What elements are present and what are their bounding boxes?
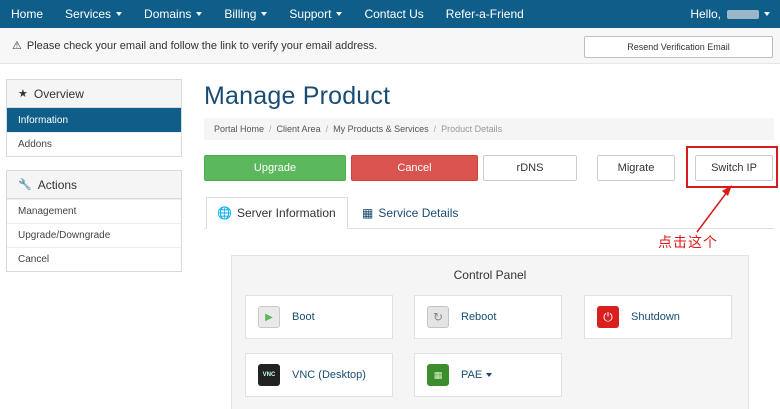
caret-down-icon (116, 12, 123, 16)
nav-contact-us[interactable]: Contact Us (353, 0, 434, 28)
breadcrumb-my-products[interactable]: My Products & Services (333, 124, 429, 134)
star-icon: ★ (18, 88, 28, 100)
cancel-button[interactable]: Cancel (351, 155, 478, 181)
migrate-button[interactable]: Migrate (597, 155, 675, 181)
nav-domains[interactable]: Domains (133, 0, 213, 28)
breadcrumb: Portal Home / Client Area / My Products … (204, 118, 774, 140)
breadcrumb-portal-home[interactable]: Portal Home (214, 124, 264, 134)
reboot-icon: ↻ (427, 306, 449, 328)
verify-message: ⚠ Please check your email and follow the… (12, 39, 378, 53)
warning-icon: ⚠ (12, 40, 22, 52)
switch-ip-highlight-box (686, 146, 778, 188)
tab-service-details[interactable]: ▦ Service Details (352, 197, 482, 229)
top-navbar: Home Services Domains Billing Support Co… (0, 0, 780, 28)
globe-icon: 🌐 (217, 206, 232, 220)
sidebar-item-cancel[interactable]: Cancel (7, 247, 181, 271)
nav-services[interactable]: Services (54, 0, 133, 28)
nav-support[interactable]: Support (278, 0, 353, 28)
panel-header-actions: 🔧 Actions (7, 171, 181, 199)
user-menu[interactable]: Hello, (690, 0, 770, 28)
page-title: Manage Product (204, 82, 391, 110)
breadcrumb-separator: / (325, 124, 329, 134)
power-icon: ⏻ (597, 306, 619, 328)
sidebar-overview-panel: ★ Overview Information Addons (6, 79, 182, 157)
breadcrumb-separator: / (269, 124, 272, 134)
caret-down-icon (336, 12, 343, 16)
upgrade-button[interactable]: Upgrade (204, 155, 346, 181)
sidebar-actions-panel: 🔧 Actions Management Upgrade/Downgrade C… (6, 170, 182, 272)
cubes-icon: ▦ (362, 206, 374, 220)
breadcrumb-current: Product Details (441, 124, 503, 134)
vnc-icon: VNC (258, 364, 280, 386)
rdns-button[interactable]: rDNS (483, 155, 577, 181)
memory-icon: ▦ (427, 364, 449, 386)
nav-billing[interactable]: Billing (213, 0, 278, 28)
breadcrumb-client-area[interactable]: Client Area (277, 124, 321, 134)
boot-icon: ▶ (258, 306, 280, 328)
control-panel: Control Panel ▶ Boot ↻ Reboot ⏻ Shutdown… (231, 255, 749, 409)
panel-header-overview: ★ Overview (7, 80, 181, 108)
caret-down-icon (764, 12, 770, 16)
sidebar-item-addons[interactable]: Addons (7, 132, 181, 156)
pae-dropdown-button[interactable]: ▦ PAE (414, 353, 562, 397)
boot-button[interactable]: ▶ Boot (245, 295, 393, 339)
control-panel-title: Control Panel (453, 268, 527, 282)
caret-down-icon (261, 12, 268, 16)
shutdown-button[interactable]: ⏻ Shutdown (584, 295, 732, 339)
sidebar-item-management[interactable]: Management (7, 199, 181, 223)
verify-email-bar: ⚠ Please check your email and follow the… (0, 28, 780, 64)
wrench-icon: 🔧 (18, 179, 32, 191)
nav-home[interactable]: Home (0, 0, 54, 28)
caret-down-icon (196, 12, 203, 16)
hello-label: Hello, (690, 7, 721, 21)
click-this-annotation: 点击这个 (658, 235, 718, 251)
sidebar-item-information[interactable]: Information (7, 108, 181, 132)
vnc-desktop-button[interactable]: VNC VNC (Desktop) (245, 353, 393, 397)
tab-server-information[interactable]: 🌐 Server Information (206, 197, 348, 229)
nav-refer-a-friend[interactable]: Refer-a-Friend (435, 0, 535, 28)
username-redacted (727, 9, 759, 19)
caret-down-icon (486, 373, 493, 377)
sidebar-item-upgrade-downgrade[interactable]: Upgrade/Downgrade (7, 223, 181, 247)
breadcrumb-separator: / (433, 124, 437, 134)
resend-verification-button[interactable]: Resend Verification Email (584, 36, 773, 58)
reboot-button[interactable]: ↻ Reboot (414, 295, 562, 339)
